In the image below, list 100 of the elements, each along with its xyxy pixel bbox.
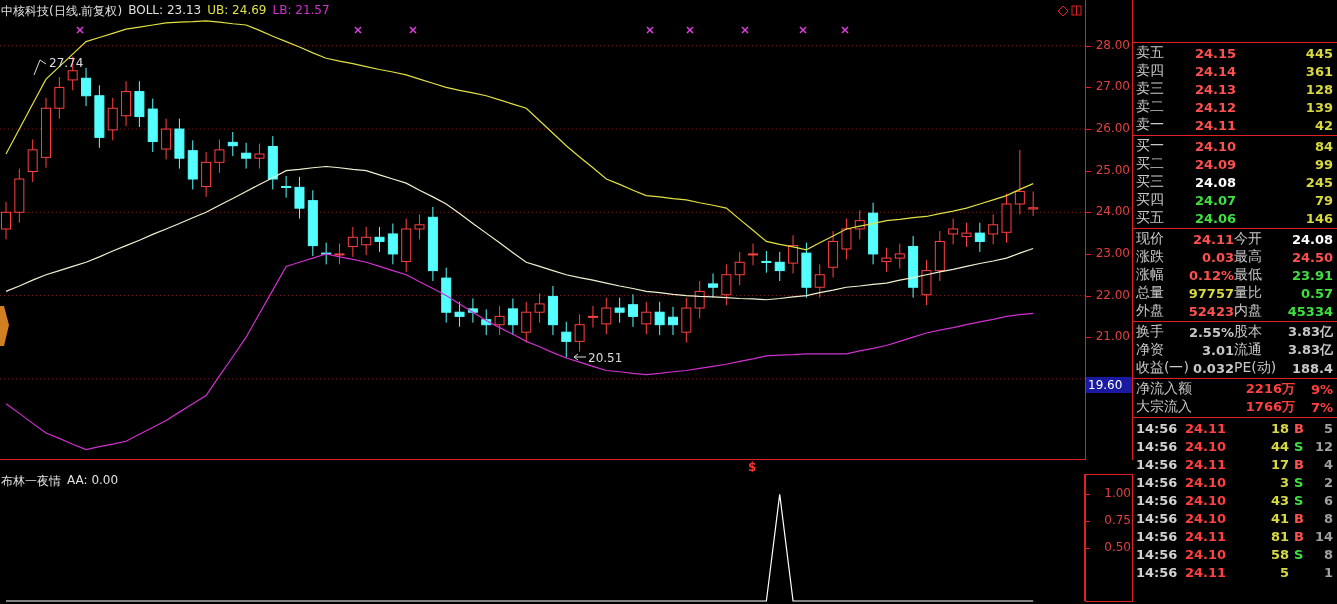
flow-percent: 9% — [1309, 381, 1333, 397]
indicator-axis-label: 1.00 — [1104, 486, 1131, 501]
stat-label: 股本 — [1234, 323, 1263, 341]
cross-marker-icon — [686, 26, 694, 34]
order-level-label: 买四 — [1136, 191, 1165, 209]
order-level-label: 买二 — [1136, 155, 1165, 173]
candlestick — [894, 243, 905, 269]
order-volume: 445 — [1304, 45, 1333, 61]
tick-side: B — [1293, 528, 1305, 544]
candlestick — [934, 230, 945, 282]
candlestick — [1028, 191, 1039, 217]
order-level-label: 买一 — [1136, 137, 1165, 155]
cross-marker-icon — [354, 26, 362, 34]
order-volume: 42 — [1313, 117, 1333, 133]
stat-value: 0.032 — [1191, 360, 1234, 376]
tick-side: S — [1293, 546, 1305, 562]
candlestick — [27, 138, 38, 183]
candlestick — [121, 80, 132, 127]
quote-label: 涨跌 — [1136, 248, 1165, 266]
candlestick — [41, 97, 51, 169]
order-price: 24.08 — [1193, 174, 1236, 190]
cross-marker-icon — [646, 26, 654, 34]
candlestick — [374, 226, 385, 253]
candlestick — [881, 247, 892, 273]
order-level-label: 买三 — [1136, 173, 1165, 191]
candlestick — [868, 202, 879, 265]
order-level-label: 卖四 — [1136, 62, 1165, 80]
candlestick — [547, 285, 558, 336]
split-view-icon — [1071, 5, 1082, 16]
order-volume: 128 — [1304, 81, 1333, 97]
cross-marker-icon — [841, 26, 849, 34]
candlestick — [321, 242, 332, 265]
order-volume: 361 — [1304, 63, 1333, 79]
cross-marker-icon — [409, 26, 417, 34]
stat-label: 换手 — [1136, 323, 1165, 341]
tick-volume: 5 — [1278, 564, 1289, 580]
candlestick — [761, 250, 772, 274]
candlestick — [681, 297, 692, 344]
candlestick — [161, 118, 172, 160]
order-volume: 84 — [1313, 138, 1333, 154]
low-price-arrow — [573, 353, 587, 361]
candlestick — [774, 251, 785, 282]
candlestick — [54, 76, 65, 120]
tick-side: S — [1293, 492, 1305, 508]
candlestick — [814, 263, 825, 299]
quote-value: 45334 — [1286, 303, 1333, 319]
tick-time: 14:56 — [1136, 420, 1179, 436]
candlestick — [401, 218, 412, 273]
price-axis-label: 21.00 — [1095, 329, 1130, 344]
tick-side: B — [1293, 420, 1305, 436]
tick-side: B — [1293, 510, 1305, 526]
candlestick — [387, 223, 398, 265]
candlestick — [974, 222, 985, 253]
price-axis-label: 28.00 — [1095, 37, 1130, 52]
candlestick — [668, 306, 678, 336]
stat-value: 3.01 — [1200, 342, 1234, 358]
order-price: 24.10 — [1193, 138, 1236, 154]
order-volume: 245 — [1304, 174, 1333, 190]
candlestick — [961, 222, 972, 248]
tick-time: 14:56 — [1136, 438, 1179, 454]
flow-amount: 2216万 — [1244, 380, 1295, 398]
candlestick — [494, 305, 505, 336]
candlestick — [267, 135, 278, 190]
candlestick — [307, 189, 318, 257]
order-volume: 139 — [1304, 99, 1333, 115]
quote-label: 最高 — [1234, 248, 1263, 266]
tick-price: 24.10 — [1184, 474, 1226, 490]
candlestick — [347, 226, 358, 258]
tick-count: 12 — [1313, 438, 1333, 454]
candlestick — [801, 242, 812, 299]
flow-percent: 7% — [1309, 399, 1333, 415]
tick-count: 14 — [1313, 528, 1333, 544]
quote-value: 0.57 — [1299, 285, 1333, 301]
collapse-tab-icon[interactable] — [0, 306, 9, 346]
candlestick — [174, 118, 185, 170]
tick-time: 14:56 — [1136, 492, 1179, 508]
order-price: 24.12 — [1193, 99, 1236, 115]
candlestick — [921, 259, 932, 306]
tick-time: 14:56 — [1136, 564, 1179, 580]
candlestick — [454, 301, 465, 328]
stat-value: 2.55% — [1188, 324, 1234, 340]
tick-price: 24.10 — [1184, 492, 1226, 508]
candlestick — [414, 213, 425, 240]
tick-price: 24.10 — [1184, 546, 1226, 562]
candlestick — [1014, 149, 1025, 215]
cross-marker-icon — [741, 26, 749, 34]
tick-volume: 43 — [1269, 492, 1289, 508]
candlestick — [828, 230, 839, 279]
candlestick — [721, 263, 732, 306]
candlestick — [708, 273, 718, 299]
flow-amount: 1766万 — [1244, 398, 1295, 416]
candlestick — [788, 234, 799, 274]
candlestick — [534, 293, 545, 324]
tick-side: S — [1293, 438, 1305, 454]
tick-volume: 58 — [1269, 546, 1289, 562]
candlestick — [734, 251, 745, 286]
candlestick — [654, 301, 665, 336]
order-level-label: 卖二 — [1136, 98, 1165, 116]
order-price: 24.14 — [1193, 63, 1236, 79]
candlestick — [841, 218, 852, 260]
